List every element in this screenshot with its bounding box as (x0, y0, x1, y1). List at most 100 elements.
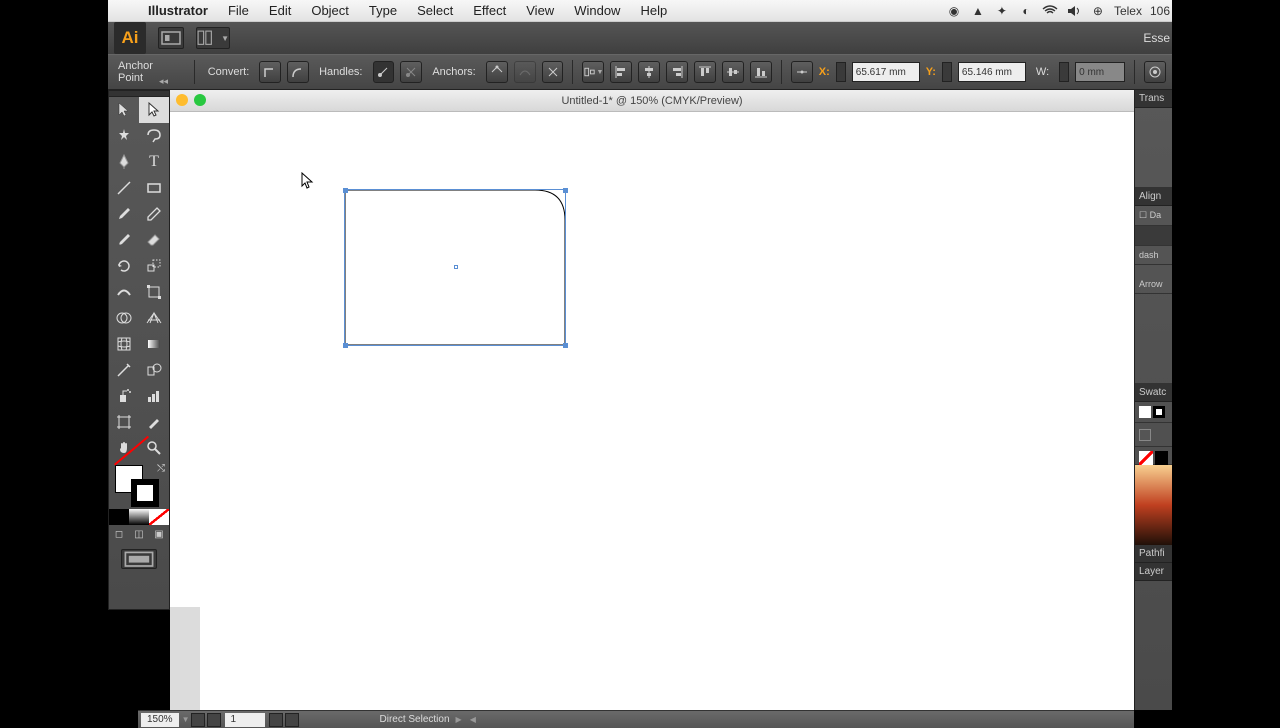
w-stepper[interactable] (1059, 62, 1069, 82)
status-icon-3[interactable]: ✦ (994, 3, 1010, 19)
align-center-h-button[interactable] (638, 61, 660, 83)
width-tool[interactable] (109, 279, 139, 305)
arrange-documents-button[interactable]: ▼ (196, 27, 230, 49)
screen-mode-button[interactable] (121, 549, 157, 569)
color-mode-solid[interactable] (109, 509, 129, 525)
direct-selection-tool[interactable] (139, 97, 169, 123)
eyedropper-tool[interactable] (109, 357, 139, 383)
isolate-button[interactable] (1144, 61, 1166, 83)
mesh-tool[interactable] (109, 331, 139, 357)
selection-tool[interactable] (109, 97, 139, 123)
column-graph-tool[interactable] (139, 383, 169, 409)
magic-wand-tool[interactable] (109, 123, 139, 149)
ref-point-button[interactable] (791, 61, 813, 83)
dash-field[interactable] (1135, 226, 1172, 246)
draw-inside-button[interactable]: ▣ (149, 525, 169, 543)
w-input[interactable] (1075, 62, 1125, 82)
connect-anchor-button[interactable] (514, 61, 536, 83)
stroke-panel-content[interactable] (1135, 294, 1172, 384)
remove-anchor-button[interactable] (486, 61, 508, 83)
menu-file[interactable]: File (218, 3, 259, 18)
menu-object[interactable]: Object (301, 3, 359, 18)
anchor-point[interactable] (343, 343, 348, 348)
swatch-registration-icon[interactable] (1153, 406, 1165, 418)
status-icon-4[interactable]: ◐ (1018, 3, 1034, 19)
draw-behind-button[interactable]: ◫ (129, 525, 149, 543)
pen-tool[interactable] (109, 149, 139, 175)
fill-stroke-control[interactable]: ⤭ (109, 461, 169, 509)
menu-select[interactable]: Select (407, 3, 463, 18)
window-zoom-button[interactable] (194, 94, 206, 106)
wifi-icon[interactable] (1042, 3, 1058, 19)
stroke-swatch[interactable] (131, 479, 159, 507)
handles-show-button[interactable] (373, 61, 395, 83)
anchor-point[interactable] (563, 343, 568, 348)
rotate-tool[interactable] (109, 253, 139, 279)
blend-tool[interactable] (139, 357, 169, 383)
menu-view[interactable]: View (516, 3, 564, 18)
y-stepper[interactable] (942, 62, 952, 82)
workspace-switcher[interactable]: Esse (1143, 31, 1170, 45)
slice-tool[interactable] (139, 409, 169, 435)
volume-icon[interactable] (1066, 3, 1082, 19)
status-icon-1[interactable]: ◉ (946, 3, 962, 19)
input-source[interactable]: Telex (1114, 4, 1142, 18)
align-bottom-button[interactable] (750, 61, 772, 83)
panel-pathfinder-tab[interactable]: Pathfi (1135, 545, 1172, 563)
blob-brush-tool[interactable] (109, 227, 139, 253)
scale-tool[interactable] (139, 253, 169, 279)
color-mode-none[interactable] (149, 509, 169, 525)
panel-layers-tab[interactable]: Layer (1135, 563, 1172, 581)
app-name[interactable]: Illustrator (138, 3, 218, 18)
x-stepper[interactable] (836, 62, 846, 82)
convert-corner-button[interactable] (259, 61, 281, 83)
eraser-tool[interactable] (139, 227, 169, 253)
bridge-button[interactable] (158, 27, 184, 49)
perspective-grid-tool[interactable] (139, 305, 169, 331)
free-transform-tool[interactable] (139, 279, 169, 305)
align-menu-button[interactable]: ▼ (582, 61, 604, 83)
align-right-button[interactable] (666, 61, 688, 83)
anchor-point[interactable] (563, 188, 568, 193)
gradient-tool[interactable] (139, 331, 169, 357)
panel-align-tab[interactable]: Align (1135, 188, 1172, 206)
menu-edit[interactable]: Edit (259, 3, 301, 18)
align-center-v-button[interactable] (722, 61, 744, 83)
input-menu-icon[interactable]: ⊕ (1090, 3, 1106, 19)
rectangle-tool[interactable] (139, 175, 169, 201)
collapse-tools-icon[interactable]: ◂◂ (159, 76, 168, 87)
menu-effect[interactable]: Effect (463, 3, 516, 18)
menu-window[interactable]: Window (564, 3, 630, 18)
type-tool[interactable]: T (139, 149, 169, 175)
swatch-gradient-strip[interactable] (1135, 465, 1172, 545)
swatch-3d-icon[interactable] (1139, 429, 1151, 441)
panel-swatches-tab[interactable]: Swatc (1135, 384, 1172, 402)
swatch-black-icon[interactable] (1155, 451, 1169, 465)
align-top-button[interactable] (694, 61, 716, 83)
canvas[interactable] (170, 112, 1134, 710)
align-checkbox-row[interactable]: ☐ Da (1135, 206, 1172, 226)
symbol-sprayer-tool[interactable] (109, 383, 139, 409)
artboard-tool[interactable] (109, 409, 139, 435)
swatch-none-icon[interactable] (1139, 406, 1151, 418)
pencil-tool[interactable] (139, 201, 169, 227)
swatch-none2-icon[interactable] (1139, 451, 1153, 465)
x-input[interactable] (852, 62, 920, 82)
panel-transform-tab[interactable]: Trans (1135, 90, 1172, 108)
line-tool[interactable] (109, 175, 139, 201)
convert-smooth-button[interactable] (287, 61, 309, 83)
swatches-row[interactable] (1135, 402, 1172, 423)
anchor-point[interactable] (343, 188, 348, 193)
status-icon-2[interactable]: ▲ (970, 3, 986, 19)
handles-hide-button[interactable] (400, 61, 422, 83)
tools-grip[interactable] (109, 91, 169, 97)
align-left-button[interactable] (610, 61, 632, 83)
transform-panel-content[interactable] (1135, 108, 1172, 188)
swap-fill-stroke-icon[interactable]: ⤭ (157, 463, 165, 474)
draw-normal-button[interactable]: ◻ (109, 525, 129, 543)
y-input[interactable] (958, 62, 1026, 82)
shape-builder-tool[interactable] (109, 305, 139, 331)
paintbrush-tool[interactable] (109, 201, 139, 227)
lasso-tool[interactable] (139, 123, 169, 149)
menu-type[interactable]: Type (359, 3, 407, 18)
